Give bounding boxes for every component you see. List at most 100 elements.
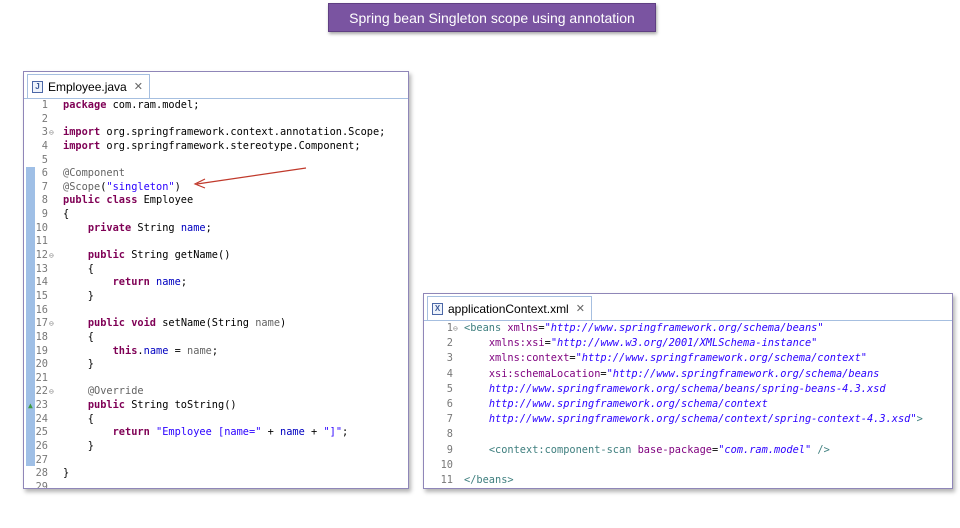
code-text: @Scope("singleton") [63,181,181,195]
code-line[interactable]: 6 @Component [24,167,408,181]
code-token: + [304,426,324,439]
code-token: setName(String [156,317,256,330]
code-token: ; [342,426,349,439]
code-line[interactable]: 11 </beans> [424,473,952,488]
code-text: public String getName() [63,249,231,263]
code-line[interactable]: 28} [24,467,408,481]
code-line[interactable]: 9 <context:component-scan base-package="… [424,443,952,458]
code-line[interactable]: 3 xmlns:context="http://www.springframew… [424,351,952,366]
code-token: "singleton" [106,180,175,193]
code-line[interactable]: ▲ 23 public String toString() [24,399,408,413]
xml-file-icon: X [432,302,443,315]
code-line[interactable]: 2 [24,113,408,127]
tab-application-context-xml[interactable]: X applicationContext.xml ✕ [427,296,592,320]
code-token: http://www.springframework.org/schema/co… [488,397,768,410]
line-number: 27 [35,453,48,466]
tab-employee-java[interactable]: J Employee.java ✕ [27,74,150,98]
xml-code-area[interactable]: 1 ⊖ <beans xmlns="http://www.springframewo… [424,321,952,488]
code-line[interactable]: 11 [24,235,408,249]
code-line[interactable]: 9{ [24,208,408,222]
java-editor-panel[interactable]: J Employee.java ✕ 1 package com.ram.model… [23,71,409,489]
code-line[interactable]: 5 http://www.springframework.org/schema/… [424,382,952,397]
code-line[interactable]: 22 ⊖ @Override [24,385,408,399]
code-line[interactable]: 10 [424,458,952,473]
slide-title: Spring bean Singleton scope using annota… [349,9,635,26]
code-text: public class Employee [63,194,193,208]
code-token: </beans> [464,473,514,486]
fold-toggle-icon[interactable]: ⊖ [49,317,54,331]
code-token: "http://www.w3.org/2001/XMLSchema-instan… [550,337,818,350]
code-token: http://www.springframework.org/schema/be… [488,382,886,395]
code-line[interactable]: 13 { [24,263,408,277]
code-line[interactable]: 18 { [24,331,408,345]
code-token: } [63,440,94,453]
line-number: 8 [41,194,48,207]
code-line[interactable]: 27 [24,454,408,468]
code-line[interactable]: 15 } [24,290,408,304]
fold-toggle-icon[interactable]: ⊖ [49,385,54,399]
code-line[interactable]: 26 } [24,440,408,454]
code-text: </beans> [464,473,514,488]
code-line[interactable]: 17 ⊖ public void setName(String name) [24,317,408,331]
code-text: public void setName(String name) [63,317,286,331]
fold-toggle-icon[interactable]: ⊖ [49,126,54,140]
code-line[interactable]: 14 return name; [24,276,408,290]
code-text: this.name = name; [63,345,218,359]
code-line[interactable]: 2 xmlns:xsi="http://www.w3.org/2001/XMLS… [424,336,952,351]
code-line[interactable]: 25 return "Employee [name=" + name + "]"… [24,426,408,440]
code-line[interactable]: 16 [24,304,408,318]
code-text: } [63,358,94,372]
line-number: 29 [35,480,48,489]
code-token: } [63,358,94,371]
line-number: 5 [446,382,453,395]
code-line[interactable]: 10 private String name; [24,222,408,236]
line-number: 7 [446,413,453,426]
code-line[interactable]: 8 public class Employee [24,194,408,208]
line-number: 14 [35,276,48,289]
code-token: <context:component-scan [488,443,638,456]
fold-toggle-icon[interactable]: ⊖ [453,321,458,336]
code-line[interactable]: 8 [424,427,952,442]
code-line[interactable]: 12 ⊖ public String getName() [24,249,408,263]
fold-toggle-icon[interactable]: ⊖ [49,249,54,263]
code-token: @Scope [63,180,101,193]
xml-editor-panel[interactable]: X applicationContext.xml ✕ 1 ⊖ <beans xmln… [423,293,953,489]
java-code-area[interactable]: 1 package com.ram.model; 2 3 ⊖ import org.spr… [24,99,408,488]
close-icon[interactable]: ✕ [576,302,585,315]
java-editor-tab-bar: J Employee.java ✕ [24,72,408,99]
code-line[interactable]: 7 http://www.springframework.org/schema/… [424,412,952,427]
line-number: 2 [446,337,453,350]
close-icon[interactable]: ✕ [134,80,143,93]
code-line[interactable]: 7 @Scope("singleton") [24,181,408,195]
code-token: String toString() [125,399,237,412]
code-token: "com.ram.model" [718,443,812,456]
line-number: 13 [35,262,48,275]
code-line[interactable]: 3 ⊖ import org.springframework.context.ann… [24,126,408,140]
code-line[interactable]: 29 [24,480,408,489]
code-text: @Override [63,385,144,399]
code-line[interactable]: 1 ⊖ <beans xmlns="http://www.springframewo… [424,321,952,336]
code-token: private [87,221,132,234]
code-line[interactable]: 1 package com.ram.model; [24,99,408,113]
tab-label: Employee.java [48,79,127,94]
code-token: "http://www.springframework.org/schema/b… [606,367,880,380]
code-token: import [63,126,101,139]
code-line[interactable]: 5 [24,154,408,168]
line-number: 6 [446,397,453,410]
code-token: /> [811,443,830,456]
line-number: 23 [35,399,48,412]
code-line[interactable]: 4 xsi:schemaLocation="http://www.springf… [424,367,952,382]
line-number: 4 [446,367,453,380]
code-line[interactable]: 21 [24,372,408,386]
code-token: public [87,399,126,412]
code-line[interactable]: 6 http://www.springframework.org/schema/… [424,397,952,412]
code-text: xsi:schemaLocation="http://www.springfra… [464,367,880,382]
code-line[interactable]: 24 { [24,413,408,427]
code-line[interactable]: 4 import org.springframework.stereotype.C… [24,140,408,154]
line-number: 1 [446,322,453,334]
code-line[interactable]: 19 this.name = name; [24,345,408,359]
code-token: "Employee [name=" [156,426,262,439]
code-line[interactable]: 20 } [24,358,408,372]
